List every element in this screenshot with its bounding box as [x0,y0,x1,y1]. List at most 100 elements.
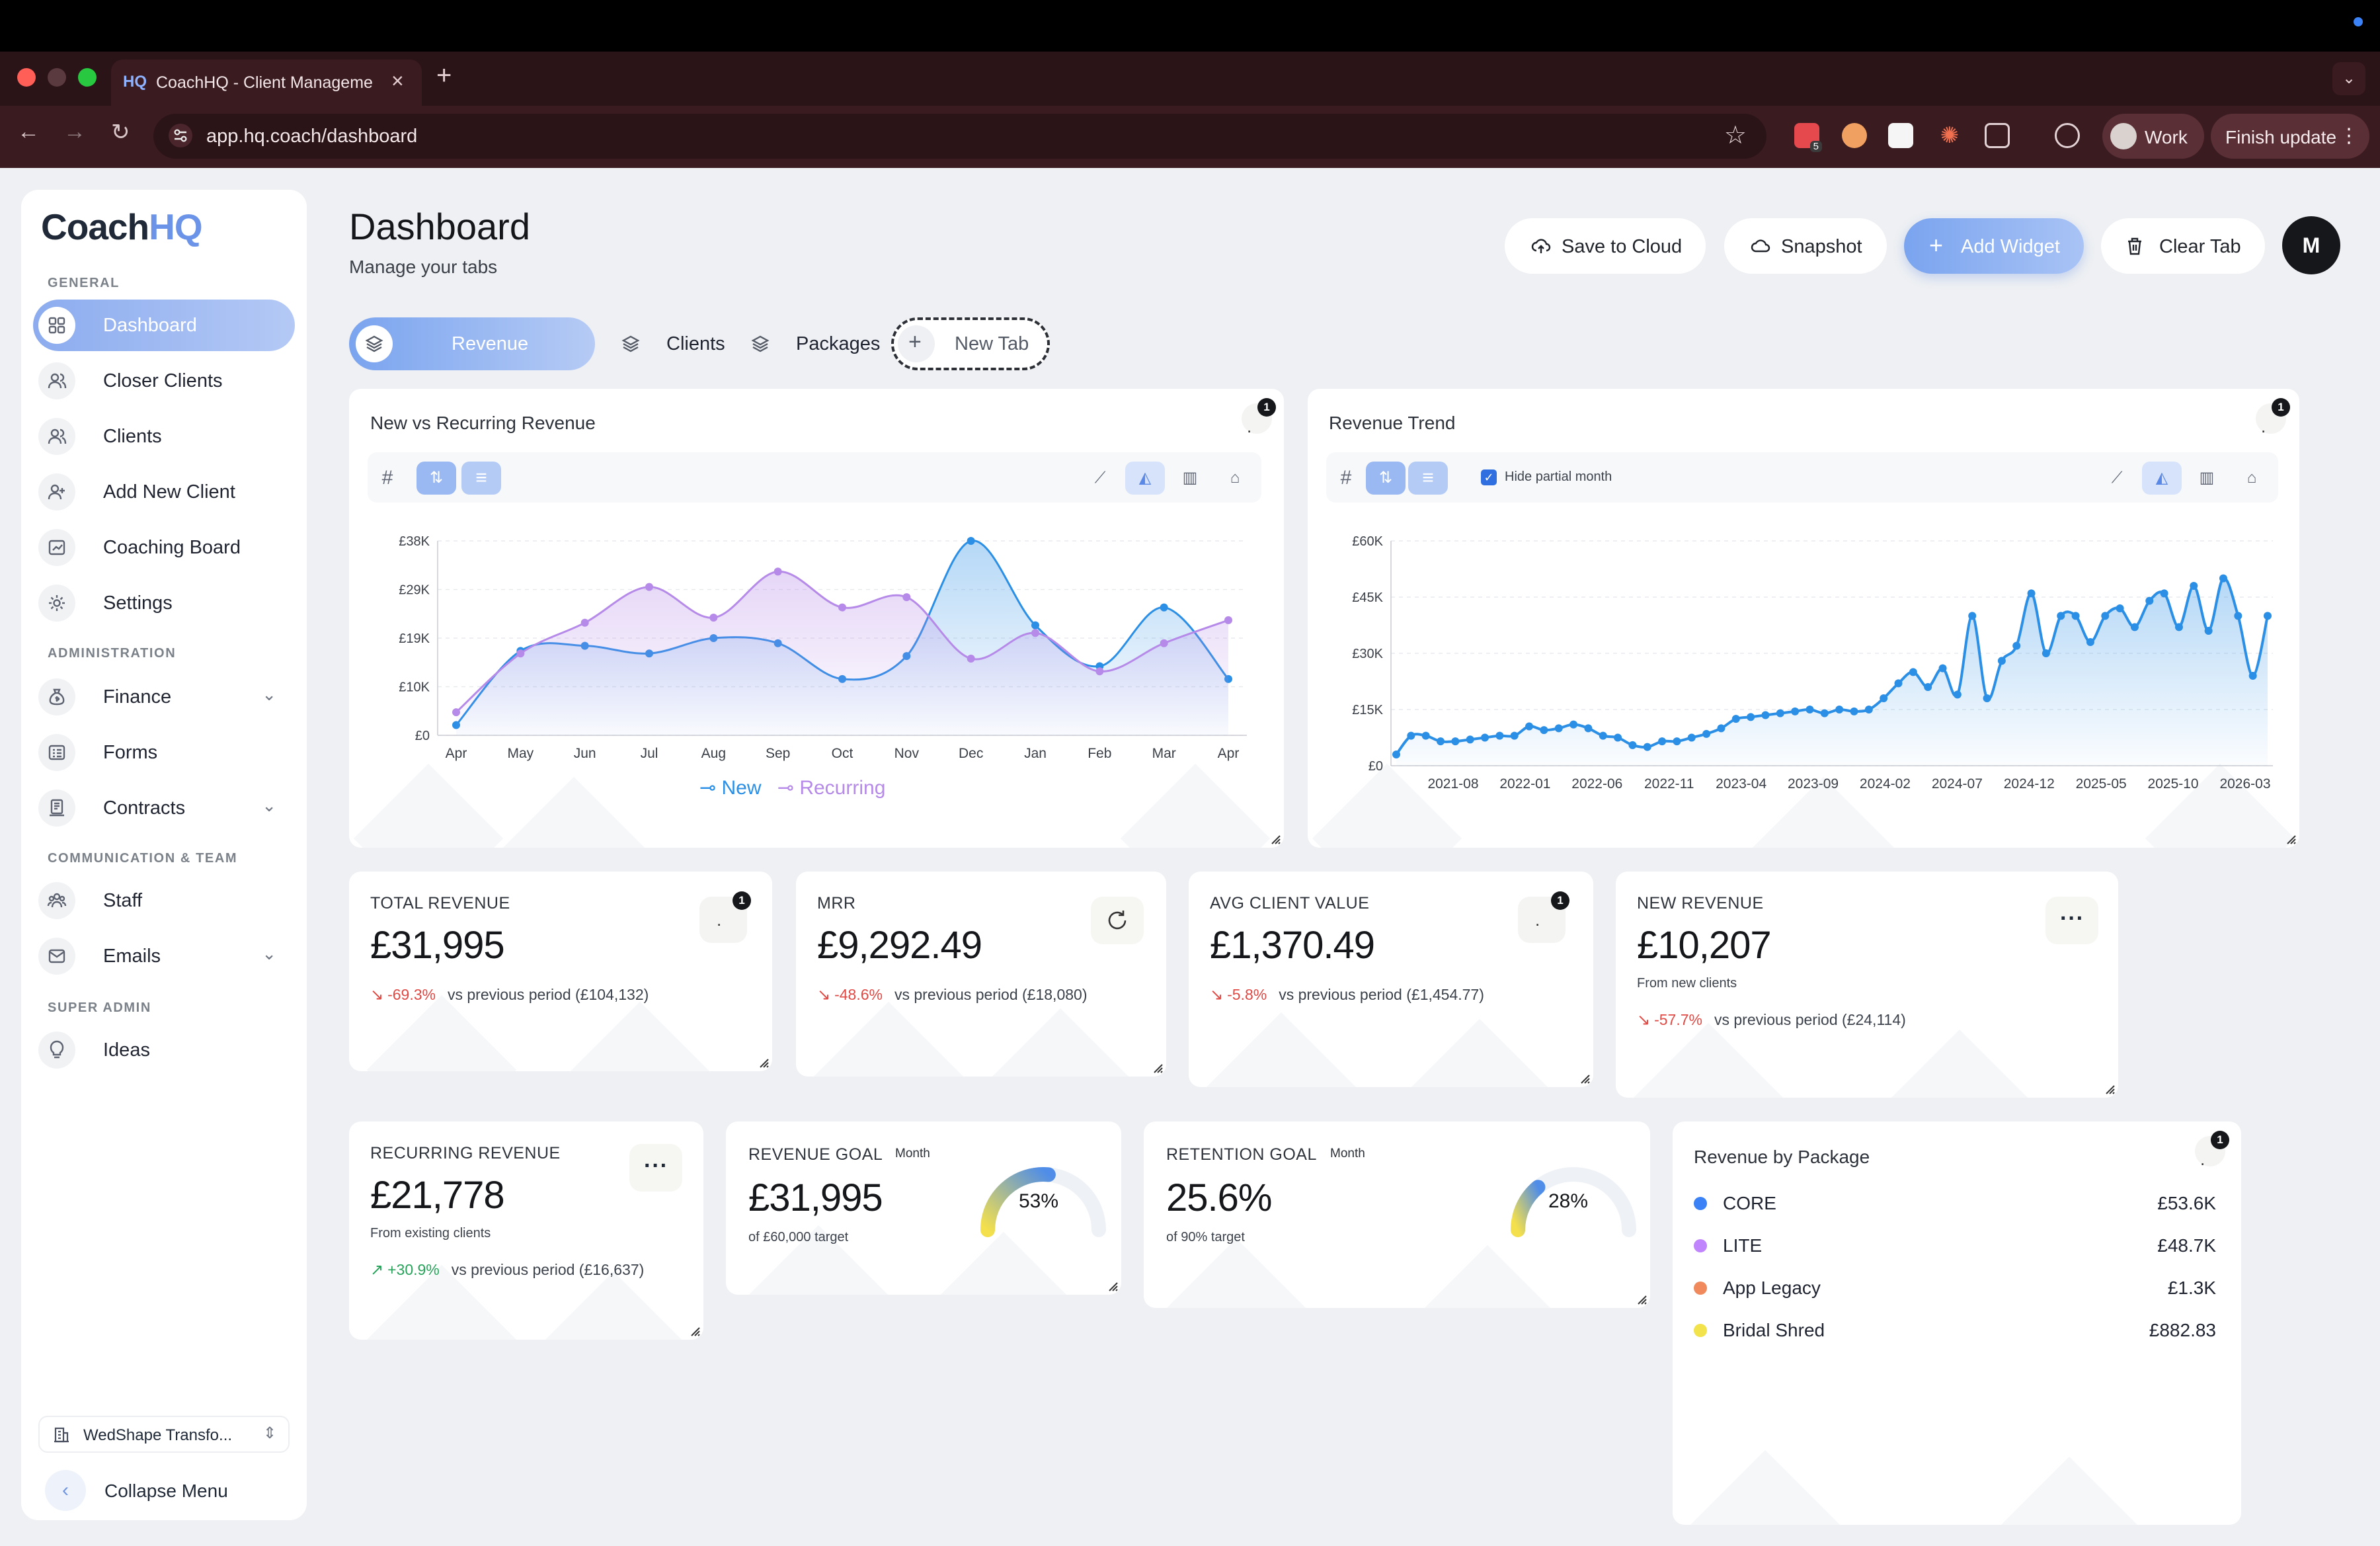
reload-icon[interactable]: ↻ [111,119,130,145]
sidebar-item-coaching-board[interactable]: Coaching Board [33,522,295,573]
data-point[interactable] [580,618,589,627]
app-logo[interactable]: CoachHQ [41,206,203,248]
data-point[interactable] [838,603,846,612]
address-bar[interactable]: app.hq.coach/dashboard ☆ [153,114,1766,159]
data-point[interactable] [1761,711,1770,719]
sidebar-item-clients[interactable]: Clients [33,411,295,462]
legend-item-recurring[interactable]: ⊸ Recurring [777,777,886,799]
profile-chip[interactable]: Work [2102,114,2204,159]
sidebar-item-contracts[interactable]: Contracts ⌄ [33,782,295,834]
data-point[interactable] [1495,731,1504,740]
data-point[interactable] [2086,638,2094,646]
data-point[interactable] [2145,596,2154,605]
resize-handle-icon[interactable] [1271,834,1281,845]
organization-switcher[interactable]: WedShape Transfo... ⇕ [38,1416,290,1453]
data-point[interactable] [967,537,975,545]
resize-handle-icon[interactable] [1153,1063,1164,1074]
bookmark-star-icon[interactable]: ☆ [1724,120,1747,150]
data-point[interactable] [1864,706,1873,713]
calendar-extension-icon[interactable]: 5 [1794,123,1822,152]
resize-handle-icon[interactable] [690,1326,701,1337]
data-point[interactable] [2130,623,2139,631]
window-maximize-button[interactable] [78,68,97,87]
data-point[interactable] [2042,649,2050,657]
puzzle-extensions-icon[interactable] [1985,123,2010,148]
data-point[interactable] [1407,731,1415,740]
widget-menu-button[interactable]: .1 [2195,1131,2229,1169]
data-point[interactable] [1687,733,1696,742]
data-point[interactable] [1451,737,1460,746]
data-point[interactable] [2204,627,2213,635]
sidebar-item-ideas[interactable]: Ideas [33,1024,295,1076]
sidebar-item-forms[interactable]: Forms [33,727,295,778]
data-point[interactable] [2248,672,2257,680]
data-point[interactable] [1776,709,1784,717]
legend-item-new[interactable]: ⊸ New [699,777,762,799]
data-point[interactable] [1894,679,1903,688]
data-point[interactable] [1584,724,1593,733]
data-point[interactable] [1643,743,1651,751]
data-point[interactable] [1554,724,1563,733]
data-point[interactable] [452,708,460,717]
sidebar-item-settings[interactable]: Settings [33,577,295,629]
data-point[interactable] [2101,612,2110,620]
profile-extension-icon[interactable] [1842,123,1867,148]
data-point[interactable] [1658,737,1667,746]
chevron-down-icon[interactable]: ⌄ [262,944,276,964]
sidebar-item-finance[interactable]: Finance ⌄ [33,671,295,723]
data-point[interactable] [2264,612,2272,620]
data-point[interactable] [2160,589,2168,598]
data-point[interactable] [1569,720,1578,729]
data-point[interactable] [2071,612,2080,620]
data-point[interactable] [1481,733,1489,742]
data-point[interactable] [1731,715,1740,723]
data-point[interactable] [1466,735,1474,744]
back-icon[interactable]: ← [17,119,40,145]
data-point[interactable] [1095,667,1104,676]
sparkle-extension-icon[interactable]: ✺ [1937,123,1962,148]
data-point[interactable] [1717,724,1726,733]
data-point[interactable] [2174,623,2183,631]
sidebar-item-closer-clients[interactable]: Closer Clients [33,355,295,407]
data-point[interactable] [2057,612,2065,620]
sidebar-item-emails[interactable]: Emails ⌄ [33,930,295,982]
widget-menu-button[interactable]: .1 [699,891,751,943]
data-point[interactable] [1938,664,1947,672]
resize-handle-icon[interactable] [1637,1295,1647,1305]
widget-menu-button[interactable]: .1 [1518,891,1569,943]
data-point[interactable] [1997,657,2006,665]
data-point[interactable] [1953,690,1962,699]
data-point[interactable] [709,614,718,622]
window-minimize-button[interactable] [48,68,66,87]
tab-clients[interactable]: Clients [606,317,734,370]
data-point[interactable] [1437,737,1445,746]
data-point[interactable] [1968,612,1977,620]
grid-extension-icon[interactable] [1888,123,1913,148]
data-point[interactable] [1835,706,1844,713]
tab-packages[interactable]: Packages [735,317,886,370]
data-point[interactable] [2190,582,2198,590]
close-tab-icon[interactable]: × [391,69,404,93]
data-point[interactable] [1983,694,1991,702]
new-tab-icon[interactable]: + [436,61,452,91]
more-options-button[interactable]: ··· [629,1144,682,1192]
finish-update-button[interactable]: Finish update ⋮ [2211,114,2369,159]
browser-tab[interactable]: HQ CoachHQ - Client Manageme × [111,60,422,106]
save-to-cloud-button[interactable]: Save to Cloud [1505,218,1706,274]
data-point[interactable] [1614,733,1622,742]
data-point[interactable] [2116,604,2124,612]
resize-handle-icon[interactable] [1108,1282,1119,1292]
data-point[interactable] [2012,641,2021,650]
resize-handle-icon[interactable] [1580,1074,1591,1084]
data-point[interactable] [1702,729,1711,738]
data-point[interactable] [1805,706,1814,713]
menu-dots-icon[interactable]: ⋮ [2339,124,2359,147]
data-point[interactable] [1628,741,1637,749]
data-point[interactable] [2027,589,2036,598]
data-point[interactable] [1673,737,1681,746]
data-point[interactable] [902,593,911,602]
performance-icon[interactable] [2055,123,2080,148]
chevron-down-icon[interactable]: ⌄ [262,795,276,816]
data-point[interactable] [1160,603,1168,612]
data-point[interactable] [774,567,782,576]
